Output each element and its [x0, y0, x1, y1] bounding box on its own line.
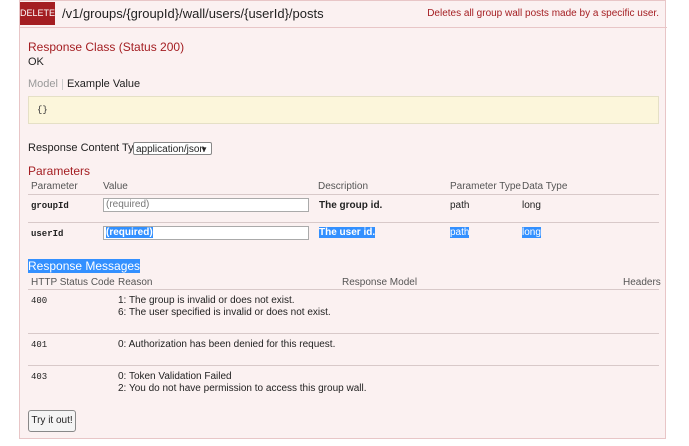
rm-reason-401-1: 0: Authorization has been denied for thi…	[118, 339, 336, 350]
example-value-text: {}	[37, 105, 48, 115]
divider	[28, 289, 659, 290]
param-col-parameter-type: Parameter Type	[450, 181, 521, 192]
param-type-userid: path	[450, 227, 470, 238]
endpoint-path[interactable]: /v1/groups/{groupId}/wall/users/{userId}…	[62, 6, 324, 21]
parameters-title: Parameters	[28, 164, 91, 178]
endpoint-summary: Deletes all group wall posts made by a s…	[427, 8, 659, 19]
rm-col-status-code: HTTP Status Code	[31, 277, 115, 288]
param-col-description: Description	[318, 181, 369, 192]
content-type-label: Response Content Type	[28, 142, 146, 154]
endpoint-panel: DELETE /v1/groups/{groupId}/wall/users/{…	[19, 0, 667, 439]
groupid-input[interactable]: (required)	[103, 198, 309, 212]
response-messages-title-text: Response Messages	[28, 259, 141, 273]
rm-code-400: 400	[31, 296, 48, 306]
param-type-userid-text: path	[450, 227, 470, 238]
param-description-userid-text: The user id.	[319, 227, 376, 238]
userid-input[interactable]: (required)	[103, 226, 309, 240]
data-type-userid-text: long	[522, 227, 541, 238]
rm-reason-403-2: 2: You do not have permission to access …	[118, 383, 367, 394]
chevron-down-icon: ▼	[200, 145, 208, 154]
http-method-badge: DELETE	[20, 2, 55, 25]
param-type-groupid: path	[450, 200, 470, 211]
model-tabs: Model Example Value	[28, 78, 140, 90]
userid-input-placeholder: (required)	[106, 227, 153, 238]
rm-col-headers: Headers	[623, 277, 661, 288]
param-name-groupid: groupId	[31, 201, 69, 211]
rm-reason-400-1: 1: The group is invalid or does not exis…	[118, 295, 295, 306]
divider	[28, 333, 659, 334]
try-it-out-button[interactable]: Try it out!	[28, 410, 76, 432]
divider	[28, 194, 659, 195]
param-description-userid: The user id.	[319, 227, 376, 238]
content-type-select[interactable]: application/json ▼	[133, 142, 212, 155]
rm-reason-400-2: 6: The user specified is invalid or does…	[118, 307, 331, 318]
data-type-groupid: long	[522, 200, 541, 211]
example-value-box: {}	[28, 96, 659, 124]
param-description-groupid: The group id.	[319, 200, 383, 211]
data-type-userid: long	[522, 227, 541, 238]
divider	[28, 222, 659, 223]
tab-divider	[61, 78, 63, 90]
param-name-userid: userId	[31, 229, 64, 239]
rm-reason-403-1: 0: Token Validation Failed	[118, 371, 232, 382]
response-class-title: Response Class (Status 200)	[28, 40, 185, 54]
response-messages-title: Response Messages	[28, 259, 141, 273]
endpoint-header[interactable]: DELETE /v1/groups/{groupId}/wall/users/{…	[20, 1, 667, 28]
tab-model[interactable]: Model	[28, 78, 58, 90]
param-col-value: Value	[103, 181, 128, 192]
tab-example-value[interactable]: Example Value	[67, 78, 140, 90]
param-col-data-type: Data Type	[522, 181, 568, 192]
rm-code-403: 403	[31, 372, 48, 382]
rm-code-401: 401	[31, 340, 48, 350]
param-col-parameter: Parameter	[31, 181, 78, 192]
response-status: OK	[28, 56, 44, 68]
rm-col-reason: Reason	[118, 277, 153, 288]
content-type-value: application/json	[136, 144, 205, 155]
divider	[28, 365, 659, 366]
rm-col-response-model: Response Model	[342, 277, 418, 288]
